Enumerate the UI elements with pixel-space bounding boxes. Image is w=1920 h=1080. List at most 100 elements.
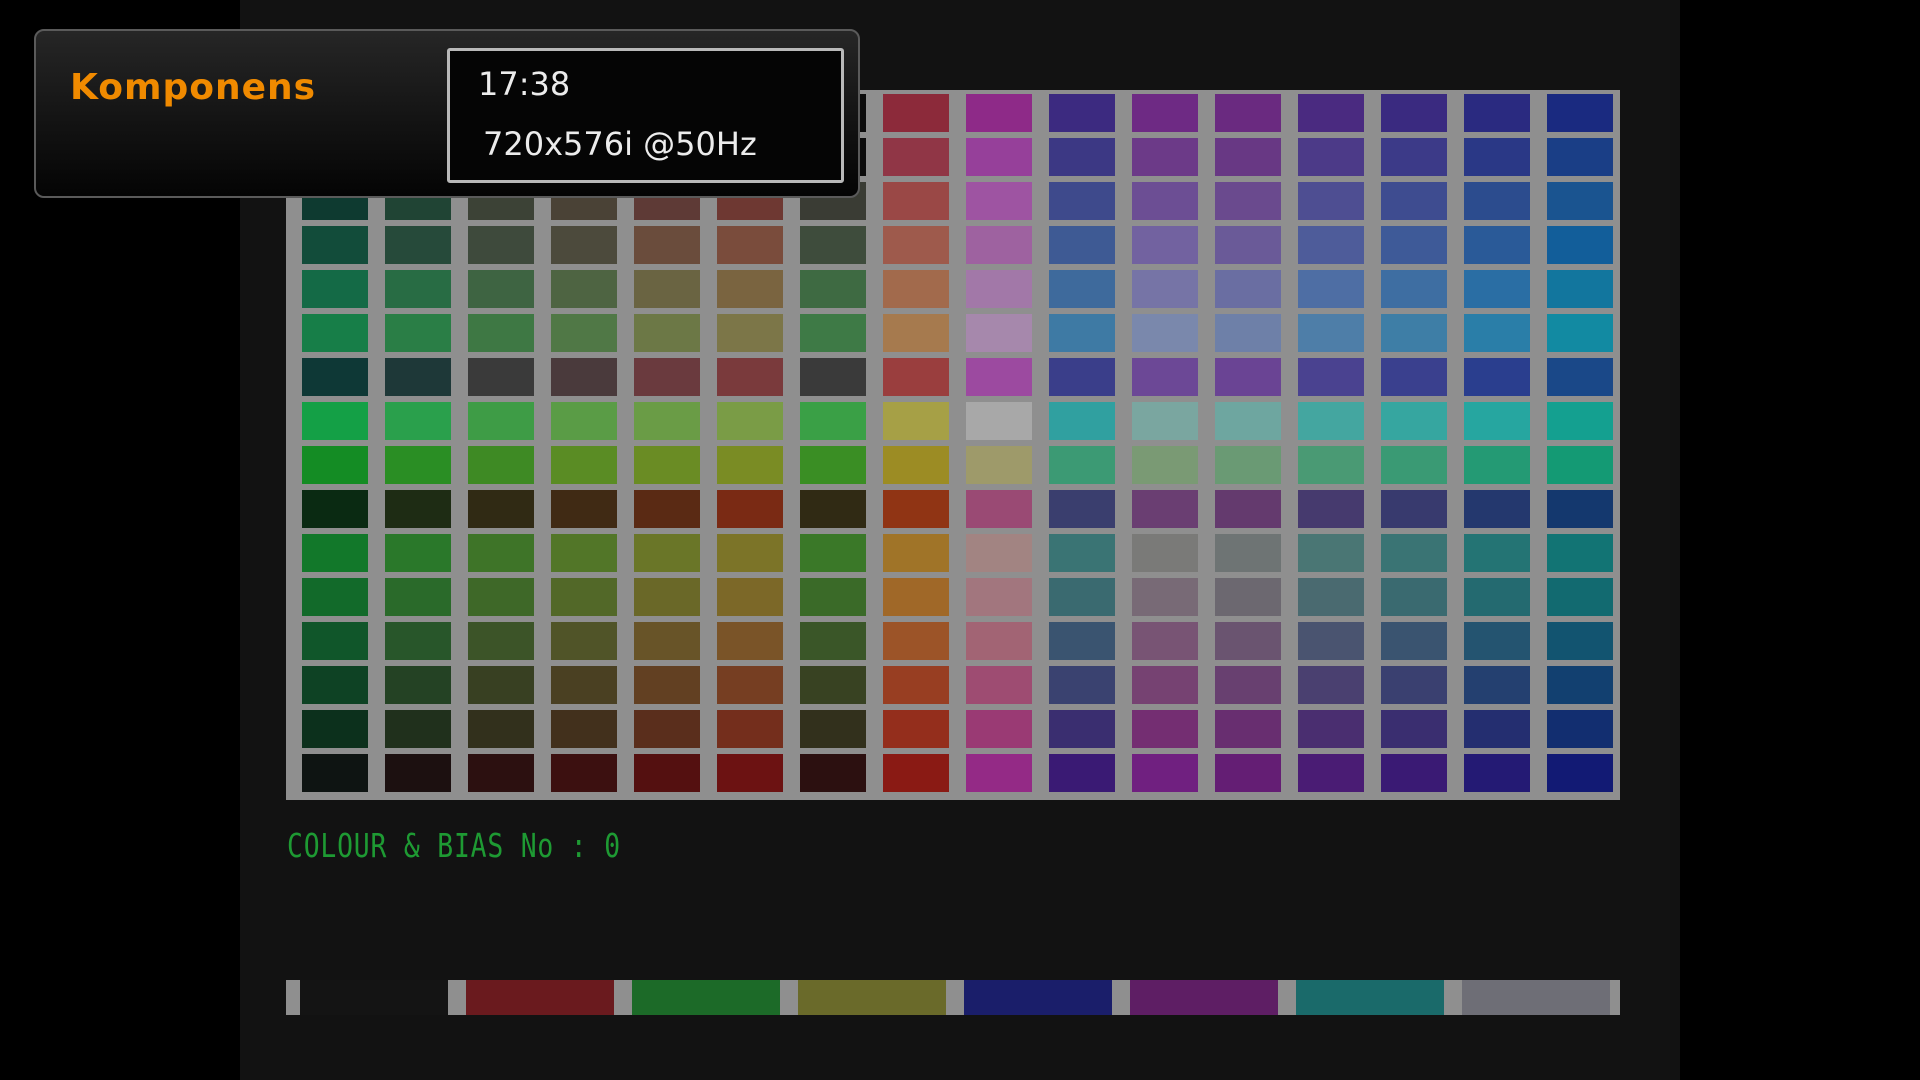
palette-swatch-r15-c9 bbox=[966, 710, 1032, 748]
palette-swatch-r16-c11 bbox=[1132, 754, 1198, 792]
palette-swatch-r5-c3 bbox=[468, 270, 534, 308]
palette-swatch-r10-c2 bbox=[385, 490, 451, 528]
palette-swatch-r6-c7 bbox=[800, 314, 866, 352]
palette-swatch-r8-c1 bbox=[302, 402, 368, 440]
palette-swatch-r5-c9 bbox=[966, 270, 1032, 308]
palette-swatch-r11-c3 bbox=[468, 534, 534, 572]
palette-swatch-r13-c5 bbox=[634, 622, 700, 660]
palette-swatch-r14-c3 bbox=[468, 666, 534, 704]
palette-swatch-r3-c16 bbox=[1547, 182, 1613, 220]
palette-swatch-r10-c14 bbox=[1381, 490, 1447, 528]
palette-swatch-r5-c4 bbox=[551, 270, 617, 308]
palette-swatch-r3-c15 bbox=[1464, 182, 1530, 220]
palette-swatch-r12-c8 bbox=[883, 578, 949, 616]
palette-swatch-r14-c8 bbox=[883, 666, 949, 704]
palette-swatch-r5-c10 bbox=[1049, 270, 1115, 308]
palette-swatch-r6-c9 bbox=[966, 314, 1032, 352]
palette-swatch-r2-c14 bbox=[1381, 138, 1447, 176]
palette-swatch-r4-c13 bbox=[1298, 226, 1364, 264]
palette-swatch-r9-c9 bbox=[966, 446, 1032, 484]
palette-swatch-r16-c13 bbox=[1298, 754, 1364, 792]
palette-swatch-r5-c16 bbox=[1547, 270, 1613, 308]
palette-swatch-r16-c14 bbox=[1381, 754, 1447, 792]
palette-swatch-r6-c5 bbox=[634, 314, 700, 352]
bias-segment-1 bbox=[300, 980, 448, 1015]
palette-swatch-r8-c2 bbox=[385, 402, 451, 440]
palette-swatch-r12-c7 bbox=[800, 578, 866, 616]
palette-swatch-r11-c10 bbox=[1049, 534, 1115, 572]
palette-swatch-r5-c15 bbox=[1464, 270, 1530, 308]
palette-swatch-r14-c5 bbox=[634, 666, 700, 704]
palette-swatch-r8-c5 bbox=[634, 402, 700, 440]
palette-swatch-r4-c2 bbox=[385, 226, 451, 264]
palette-swatch-r15-c6 bbox=[717, 710, 783, 748]
palette-swatch-r7-c13 bbox=[1298, 358, 1364, 396]
palette-swatch-r12-c1 bbox=[302, 578, 368, 616]
palette-swatch-r2-c10 bbox=[1049, 138, 1115, 176]
palette-swatch-r7-c9 bbox=[966, 358, 1032, 396]
palette-swatch-r8-c9 bbox=[966, 402, 1032, 440]
palette-swatch-r12-c16 bbox=[1547, 578, 1613, 616]
palette-swatch-r9-c16 bbox=[1547, 446, 1613, 484]
palette-swatch-r6-c6 bbox=[717, 314, 783, 352]
palette-swatch-r12-c11 bbox=[1132, 578, 1198, 616]
palette-swatch-r15-c3 bbox=[468, 710, 534, 748]
palette-swatch-r10-c1 bbox=[302, 490, 368, 528]
palette-swatch-r13-c10 bbox=[1049, 622, 1115, 660]
video-resolution: 720x576i @50Hz bbox=[483, 125, 757, 163]
palette-swatch-r14-c14 bbox=[1381, 666, 1447, 704]
palette-swatch-r13-c13 bbox=[1298, 622, 1364, 660]
palette-swatch-r1-c12 bbox=[1215, 94, 1281, 132]
palette-swatch-r16-c9 bbox=[966, 754, 1032, 792]
palette-swatch-r14-c4 bbox=[551, 666, 617, 704]
palette-swatch-r14-c15 bbox=[1464, 666, 1530, 704]
palette-swatch-r4-c6 bbox=[717, 226, 783, 264]
palette-swatch-r3-c14 bbox=[1381, 182, 1447, 220]
palette-swatch-r6-c1 bbox=[302, 314, 368, 352]
palette-swatch-r4-c1 bbox=[302, 226, 368, 264]
palette-swatch-r6-c14 bbox=[1381, 314, 1447, 352]
palette-swatch-r13-c16 bbox=[1547, 622, 1613, 660]
palette-swatch-r2-c13 bbox=[1298, 138, 1364, 176]
palette-swatch-r7-c3 bbox=[468, 358, 534, 396]
palette-swatch-r11-c8 bbox=[883, 534, 949, 572]
palette-swatch-r6-c2 bbox=[385, 314, 451, 352]
palette-swatch-r4-c8 bbox=[883, 226, 949, 264]
palette-swatch-r11-c14 bbox=[1381, 534, 1447, 572]
bias-segment-3 bbox=[632, 980, 780, 1015]
palette-swatch-r3-c10 bbox=[1049, 182, 1115, 220]
palette-swatch-r15-c11 bbox=[1132, 710, 1198, 748]
palette-swatch-r15-c1 bbox=[302, 710, 368, 748]
palette-swatch-r11-c4 bbox=[551, 534, 617, 572]
palette-swatch-r13-c14 bbox=[1381, 622, 1447, 660]
palette-swatch-r4-c5 bbox=[634, 226, 700, 264]
palette-swatch-r16-c5 bbox=[634, 754, 700, 792]
palette-swatch-r13-c4 bbox=[551, 622, 617, 660]
palette-swatch-r13-c7 bbox=[800, 622, 866, 660]
palette-swatch-r4-c4 bbox=[551, 226, 617, 264]
palette-swatch-r8-c8 bbox=[883, 402, 949, 440]
palette-swatch-r4-c7 bbox=[800, 226, 866, 264]
palette-swatch-r13-c8 bbox=[883, 622, 949, 660]
palette-swatch-r9-c3 bbox=[468, 446, 534, 484]
palette-swatch-r14-c2 bbox=[385, 666, 451, 704]
palette-swatch-r6-c4 bbox=[551, 314, 617, 352]
palette-swatch-r15-c7 bbox=[800, 710, 866, 748]
palette-swatch-r7-c7 bbox=[800, 358, 866, 396]
palette-swatch-r14-c1 bbox=[302, 666, 368, 704]
palette-swatch-r5-c2 bbox=[385, 270, 451, 308]
palette-swatch-r13-c1 bbox=[302, 622, 368, 660]
palette-swatch-r2-c8 bbox=[883, 138, 949, 176]
palette-swatch-r9-c4 bbox=[551, 446, 617, 484]
palette-swatch-r13-c11 bbox=[1132, 622, 1198, 660]
palette-swatch-r9-c12 bbox=[1215, 446, 1281, 484]
palette-swatch-r9-c5 bbox=[634, 446, 700, 484]
palette-swatch-r7-c15 bbox=[1464, 358, 1530, 396]
palette-swatch-r10-c3 bbox=[468, 490, 534, 528]
palette-swatch-r12-c15 bbox=[1464, 578, 1530, 616]
palette-swatch-r16-c7 bbox=[800, 754, 866, 792]
palette-swatch-r9-c10 bbox=[1049, 446, 1115, 484]
palette-swatch-r3-c9 bbox=[966, 182, 1032, 220]
palette-swatch-r5-c12 bbox=[1215, 270, 1281, 308]
palette-swatch-r9-c7 bbox=[800, 446, 866, 484]
